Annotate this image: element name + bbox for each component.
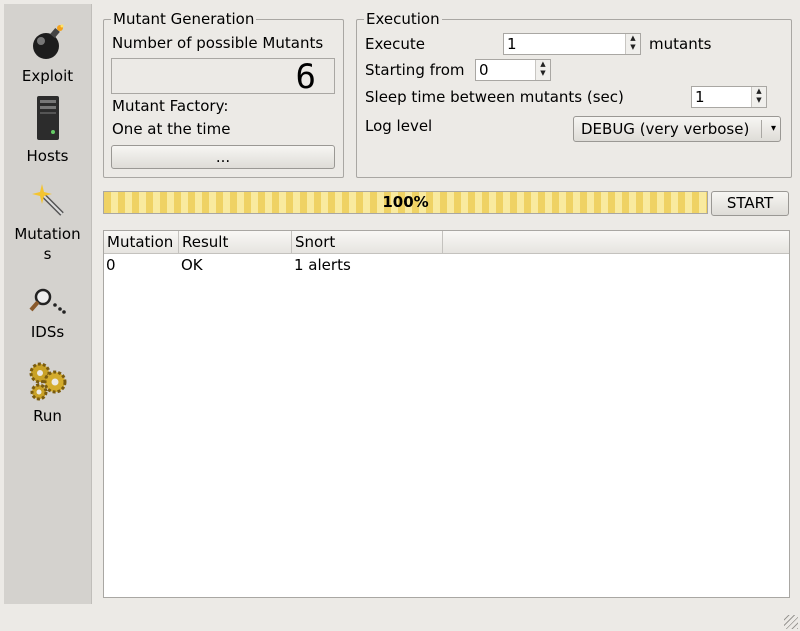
mutant-generation-group: Mutant Generation Number of possible Mut… (103, 9, 344, 178)
execute-suffix: mutants (649, 35, 712, 53)
sidebar-item-label: Mutation s (14, 225, 81, 263)
execution-group: Execution Execute 1 ▲ ▼ mutants Starting … (356, 9, 792, 178)
sidebar: Exploit Hosts Mutation s IDSs Run (4, 4, 92, 604)
cell-snort: 1 alerts (294, 256, 351, 274)
sleep-time-spinbox[interactable]: 1 ▲ ▼ (691, 86, 767, 108)
sidebar-item-exploit[interactable]: Exploit (4, 22, 91, 86)
starting-from-value: 0 (479, 61, 489, 79)
chevron-down-icon: ▾ (770, 123, 776, 134)
spin-arrows-icon[interactable]: ▲ ▼ (751, 87, 766, 107)
mutant-factory-value: One at the time (112, 120, 231, 138)
sidebar-item-mutations[interactable]: Mutation s (4, 180, 91, 264)
cell-mutation: 0 (106, 256, 116, 274)
sidebar-item-idss[interactable]: IDSs (4, 286, 91, 342)
sleep-time-value: 1 (695, 88, 705, 106)
execute-value: 1 (507, 35, 517, 53)
sidebar-item-label: Hosts (26, 147, 69, 165)
spin-arrows-icon[interactable]: ▲ ▼ (625, 34, 640, 54)
sidebar-item-label: IDSs (30, 323, 65, 341)
table-header: Mutation Result Snort (104, 231, 789, 254)
group-title: Mutant Generation (111, 9, 257, 29)
resize-grip-icon[interactable] (784, 615, 798, 629)
sidebar-item-run[interactable]: Run (4, 360, 91, 426)
sidebar-item-hosts[interactable]: Hosts (4, 94, 91, 166)
table-row[interactable]: 0 OK 1 alerts (104, 255, 789, 275)
progress-text: 100% (382, 193, 429, 211)
start-button[interactable]: START (711, 191, 789, 216)
mutant-factory-button[interactable]: ... (111, 145, 335, 169)
log-level-label: Log level (365, 117, 433, 135)
status-bar (0, 604, 800, 631)
bomb-icon (4, 22, 91, 66)
mutant-count-display: 6 (111, 58, 335, 95)
column-header-mutation[interactable]: Mutation (104, 231, 179, 254)
magic-wand-icon (4, 180, 91, 224)
spin-arrows-icon[interactable]: ▲ ▼ (535, 60, 550, 80)
server-icon (4, 94, 91, 146)
sleep-time-label: Sleep time between mutants (sec) (365, 88, 624, 106)
results-table: Mutation Result Snort 0 OK 1 alerts (103, 230, 790, 598)
starting-from-label: Starting from (365, 61, 465, 79)
execute-spinbox[interactable]: 1 ▲ ▼ (503, 33, 641, 55)
column-header-result[interactable]: Result (179, 231, 292, 254)
log-level-combobox[interactable]: DEBUG (very verbose) ▾ (573, 116, 781, 142)
column-header-filler (443, 231, 789, 254)
group-title: Execution (364, 9, 442, 29)
starting-from-spinbox[interactable]: 0 ▲ ▼ (475, 59, 551, 81)
execute-label: Execute (365, 35, 425, 53)
sidebar-item-label: Exploit (21, 67, 74, 85)
cell-result: OK (181, 256, 203, 274)
gears-icon (4, 360, 91, 406)
sidebar-item-label: Run (33, 407, 62, 425)
progress-bar: 100% (103, 191, 708, 214)
possible-mutants-label: Number of possible Mutants (112, 34, 324, 52)
log-level-value: DEBUG (very verbose) (581, 120, 750, 138)
magnifier-icon (4, 286, 91, 322)
column-header-snort[interactable]: Snort (292, 231, 443, 254)
mutant-factory-label: Mutant Factory: (112, 97, 229, 115)
